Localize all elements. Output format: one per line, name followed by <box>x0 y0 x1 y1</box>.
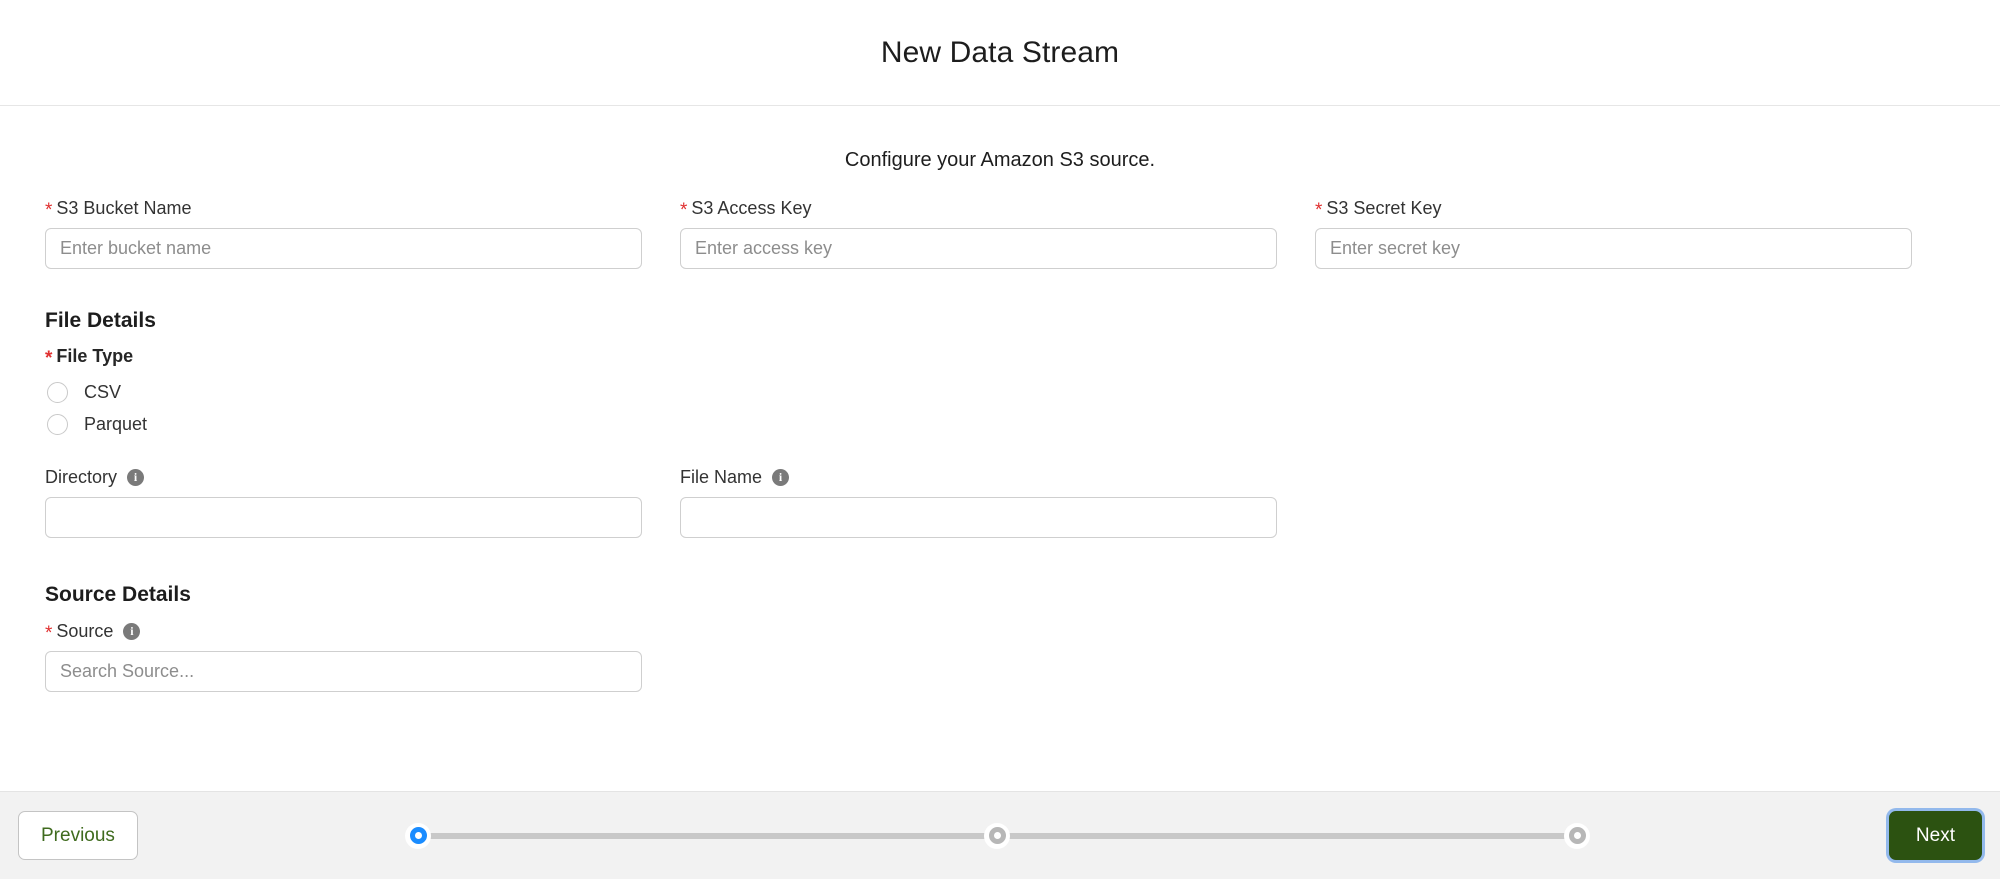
subtitle: Configure your Amazon S3 source. <box>844 149 1156 171</box>
section-title-file-details: File Details <box>45 309 156 332</box>
required-asterisk: * <box>45 623 53 644</box>
label-text: S3 Access Key <box>691 198 812 218</box>
info-icon[interactable]: i <box>772 468 790 486</box>
label-file-type: * File Type <box>45 345 1955 369</box>
label-s3-secret-key: * S3 Secret Key <box>1315 197 1912 221</box>
field-file-name: File Name i <box>680 466 1277 538</box>
page-title: New Data Stream <box>880 35 1120 69</box>
wizard-header: New Data Stream <box>0 0 2000 106</box>
credentials-row: * S3 Bucket Name * S3 Access Key * S3 Se… <box>45 197 1955 269</box>
directory-input[interactable] <box>45 497 642 538</box>
required-asterisk: * <box>45 200 53 221</box>
required-asterisk: * <box>1315 200 1323 221</box>
label-source: * Source i <box>45 620 1955 644</box>
progress-stepper <box>405 822 1590 849</box>
file-name-input[interactable] <box>680 497 1277 538</box>
file-details-section: File Details * File Type CSV Parquet Dir… <box>45 309 1955 538</box>
next-button[interactable]: Next <box>1888 811 1982 860</box>
label-text: Source <box>56 621 114 641</box>
field-s3-secret-key: * S3 Secret Key <box>1315 197 1912 269</box>
field-directory: Directory i <box>45 466 642 538</box>
stepper-dot-inner <box>1568 827 1586 844</box>
stepper-dot-inner <box>988 827 1006 844</box>
required-asterisk: * <box>680 200 688 221</box>
radio-circle-icon[interactable] <box>47 381 68 403</box>
new-data-stream-wizard: New Data Stream Configure your Amazon S3… <box>0 0 2000 879</box>
stepper-dot-2[interactable] <box>984 822 1010 849</box>
wizard-footer: Previous Next <box>0 791 2000 879</box>
s3-bucket-name-input[interactable] <box>45 228 642 269</box>
radio-label: Parquet <box>84 413 148 434</box>
label-file-name: File Name i <box>680 466 1277 488</box>
source-details-section: Source Details * Source i <box>45 583 1955 692</box>
info-icon[interactable]: i <box>127 468 145 486</box>
radio-circle-icon[interactable] <box>47 413 68 435</box>
stepper-dot-inner <box>409 827 427 844</box>
field-s3-bucket-name: * S3 Bucket Name <box>45 197 642 269</box>
s3-secret-key-input[interactable] <box>1315 228 1912 269</box>
stepper-dot-1[interactable] <box>405 822 431 849</box>
radio-option-csv[interactable]: CSV <box>45 376 1955 408</box>
required-asterisk: * <box>45 348 53 369</box>
section-title-source-details: Source Details <box>45 583 191 606</box>
radio-option-parquet[interactable]: Parquet <box>45 408 1955 440</box>
radio-label: CSV <box>84 381 122 402</box>
label-directory: Directory i <box>45 466 642 488</box>
label-s3-access-key: * S3 Access Key <box>680 197 1277 221</box>
previous-button[interactable]: Previous <box>18 811 138 860</box>
field-s3-access-key: * S3 Access Key <box>680 197 1277 269</box>
info-icon[interactable]: i <box>123 622 141 640</box>
label-text: File Type <box>56 346 134 366</box>
s3-access-key-input[interactable] <box>680 228 1277 269</box>
label-s3-bucket-name: * S3 Bucket Name <box>45 197 642 221</box>
source-search-input[interactable] <box>45 651 642 692</box>
stepper-dot-3[interactable] <box>1564 822 1590 849</box>
label-text: Directory <box>45 467 118 487</box>
label-text: File Name <box>680 467 763 487</box>
wizard-body: Configure your Amazon S3 source. * S3 Bu… <box>0 106 2000 791</box>
label-text: S3 Secret Key <box>1326 198 1442 218</box>
file-path-row: Directory i File Name i <box>45 466 1955 538</box>
label-text: S3 Bucket Name <box>56 198 192 218</box>
